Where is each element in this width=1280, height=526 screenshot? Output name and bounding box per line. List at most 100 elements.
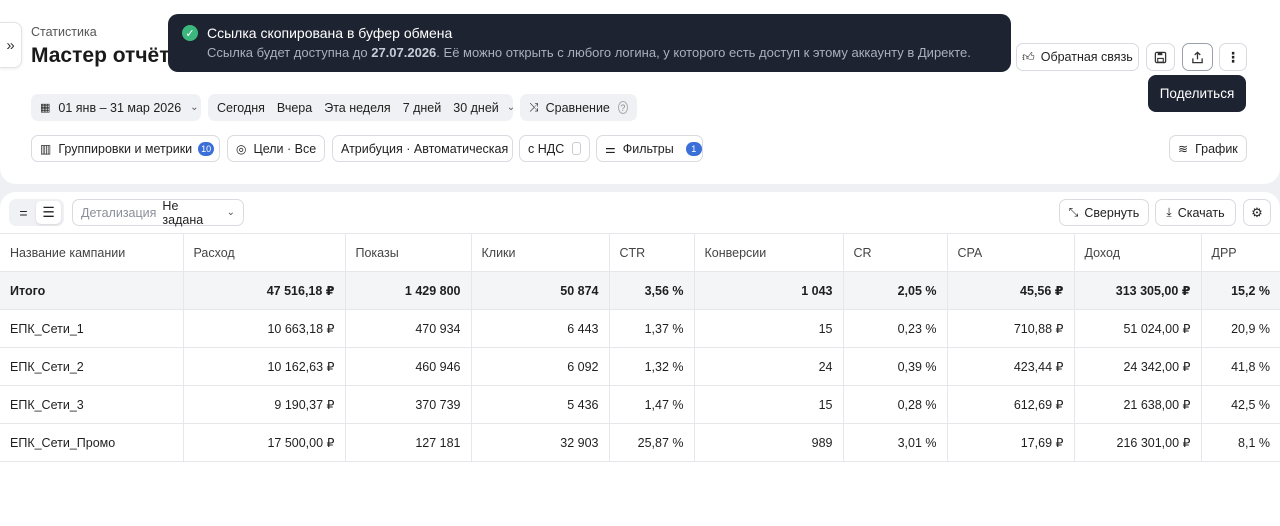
check-circle-icon: ✓ (182, 25, 198, 41)
column-header-conversions[interactable]: Конверсии (694, 233, 844, 272)
campaign-name-cell[interactable]: ЕПК_Сети_2 (0, 347, 184, 386)
collapse-button[interactable]: ⤡ Свернуть (1059, 199, 1149, 226)
table-cell: 32 903 (471, 423, 610, 462)
campaign-name-cell[interactable]: ЕПК_Сети_3 (0, 385, 184, 424)
report-table: Название кампании Расход Показы Клики CT… (0, 233, 1280, 462)
table-cell: 10 162,63 ₽ (183, 347, 346, 386)
breadcrumb[interactable]: Статистика (31, 25, 97, 39)
save-report-button[interactable] (1146, 43, 1175, 71)
period-30-days[interactable]: 30 дней (453, 101, 499, 115)
table-cell: 50 874 (471, 271, 610, 310)
detail-select[interactable]: Детализация Не задана ⌄ (72, 198, 244, 227)
column-header-cost[interactable]: Расход (183, 233, 346, 272)
goals-button[interactable]: ◎ Цели · Все (227, 135, 325, 162)
more-options-button[interactable]: ⋮ (1219, 43, 1247, 71)
download-icon: ⤓ (1166, 205, 1172, 219)
table-cell: 47 516,18 ₽ (183, 271, 346, 310)
floppy-disk-icon (1154, 51, 1167, 63)
table-cell: 15 (694, 385, 844, 424)
table-cell: 51 024,00 ₽ (1074, 309, 1202, 348)
toast-title: Ссылка скопирована в буфер обмена (207, 25, 453, 41)
table-cell: 3,56 % (609, 271, 695, 310)
column-header-revenue[interactable]: Доход (1074, 233, 1202, 272)
help-icon[interactable]: ? (617, 101, 628, 114)
gear-icon: ⚙ (1251, 204, 1263, 220)
table-cell: 313 305,00 ₽ (1074, 271, 1202, 310)
chart-label: График (1195, 141, 1238, 156)
attribution-label: Атрибуция · Автоматическая (341, 141, 509, 156)
list-view-icon[interactable]: ☰ (36, 201, 61, 224)
column-header-campaign[interactable]: Название кампании (0, 233, 184, 272)
table-row: ЕПК_Сети_1 10 663,18 ₽ 470 934 6 443 1,3… (0, 309, 1280, 348)
detail-label: Детализация (81, 205, 157, 220)
download-button[interactable]: ⤓ Скачать (1155, 199, 1236, 226)
table-cell: 25,87 % (609, 423, 695, 462)
more-vertical-icon: ⋮ (1226, 49, 1240, 65)
column-header-drr[interactable]: ДРР (1201, 233, 1280, 272)
columns-icon: ▥ (40, 141, 52, 156)
table-cell: 470 934 (345, 309, 472, 348)
table-settings-button[interactable]: ⚙ (1243, 199, 1271, 226)
table-cell: 10 663,18 ₽ (183, 309, 346, 348)
table-cell: 9 190,37 ₽ (183, 385, 346, 424)
campaign-name-cell[interactable]: ЕПК_Сети_1 (0, 309, 184, 348)
table-cell: 1,37 % (609, 309, 695, 348)
period-7-days[interactable]: 7 дней (403, 101, 442, 115)
table-cell: 24 342,00 ₽ (1074, 347, 1202, 386)
table-cell: 710,88 ₽ (947, 309, 1075, 348)
column-header-ctr[interactable]: CTR (609, 233, 695, 272)
table-cell: 423,44 ₽ (947, 347, 1075, 386)
toast-text: Ссылка будет доступна до 27.07.2026. Её … (207, 45, 971, 60)
filters-button[interactable]: ⚌ Фильтры 1 (596, 135, 703, 162)
table-cell: 0,39 % (843, 347, 948, 386)
table-cell: 1 429 800 (345, 271, 472, 310)
share-button[interactable] (1182, 43, 1213, 71)
sliders-icon: ⚌ (605, 141, 616, 156)
chevron-down-icon[interactable]: ⌄ (507, 102, 515, 113)
table-row: ЕПК_Сети_2 10 162,63 ₽ 460 946 6 092 1,3… (0, 347, 1280, 386)
table-total-row: Итого 47 516,18 ₽ 1 429 800 50 874 3,56 … (0, 271, 1280, 310)
chart-toggle-button[interactable]: ≋ График (1169, 135, 1247, 162)
table-cell: 17 500,00 ₽ (183, 423, 346, 462)
period-this-week[interactable]: Эта неделя (324, 101, 390, 115)
table-cell: 3,01 % (843, 423, 948, 462)
chevron-down-icon: ⌄ (226, 207, 235, 218)
date-range-picker[interactable]: ▦ 01 янв – 31 мар 2026 ⌄ (31, 94, 201, 121)
column-header-cpa[interactable]: CPA (947, 233, 1075, 272)
feedback-button[interactable]: 👍︎ Обратная связь (1016, 43, 1139, 71)
groupings-metrics-button[interactable]: ▥ Группировки и метрики 10 (31, 135, 220, 162)
attribution-button[interactable]: Атрибуция · Автоматическая (332, 135, 513, 162)
table-cell: 370 739 (345, 385, 472, 424)
period-presets: Сегодня Вчера Эта неделя 7 дней 30 дней … (208, 94, 515, 121)
goals-label: Цели · Все (253, 141, 317, 156)
compact-view-icon[interactable]: = (11, 201, 36, 224)
column-header-cr[interactable]: CR (843, 233, 948, 272)
vat-label: с НДС (528, 141, 565, 156)
table-cell: 5 436 (471, 385, 610, 424)
table-cell: 41,8 % (1201, 347, 1280, 386)
table-cell: 612,69 ₽ (947, 385, 1075, 424)
table-cell: 216 301,00 ₽ (1074, 423, 1202, 462)
table-cell: 8,1 % (1201, 423, 1280, 462)
filters-count-badge: 1 (685, 141, 702, 156)
chevron-down-icon: ⌄ (190, 102, 199, 113)
toast-expiry-date: 27.07.2026 (371, 45, 437, 60)
period-yesterday[interactable]: Вчера (277, 101, 312, 115)
table-cell: 20,9 % (1201, 309, 1280, 348)
vat-checkbox[interactable] (572, 142, 581, 155)
table-row: ЕПК_Сети_3 9 190,37 ₽ 370 739 5 436 1,47… (0, 385, 1280, 424)
column-header-impressions[interactable]: Показы (345, 233, 472, 272)
campaign-name-cell[interactable]: ЕПК_Сети_Промо (0, 423, 184, 462)
compare-toggle[interactable]: ⤨ Сравнение ? (520, 94, 637, 121)
table-cell: 15 (694, 309, 844, 348)
detail-value: Не задана (162, 198, 204, 227)
expand-sidebar-button[interactable]: » (0, 22, 22, 68)
column-header-clicks[interactable]: Клики (471, 233, 610, 272)
table-header-row: Название кампании Расход Показы Клики CT… (0, 233, 1280, 272)
shuffle-icon: ⤨ (529, 100, 539, 114)
table-cell: 1,47 % (609, 385, 695, 424)
vat-toggle[interactable]: с НДС (519, 135, 590, 162)
period-today[interactable]: Сегодня (217, 101, 265, 115)
double-chevron-right-icon: » (6, 36, 15, 54)
calendar-icon: ▦ (40, 102, 51, 114)
